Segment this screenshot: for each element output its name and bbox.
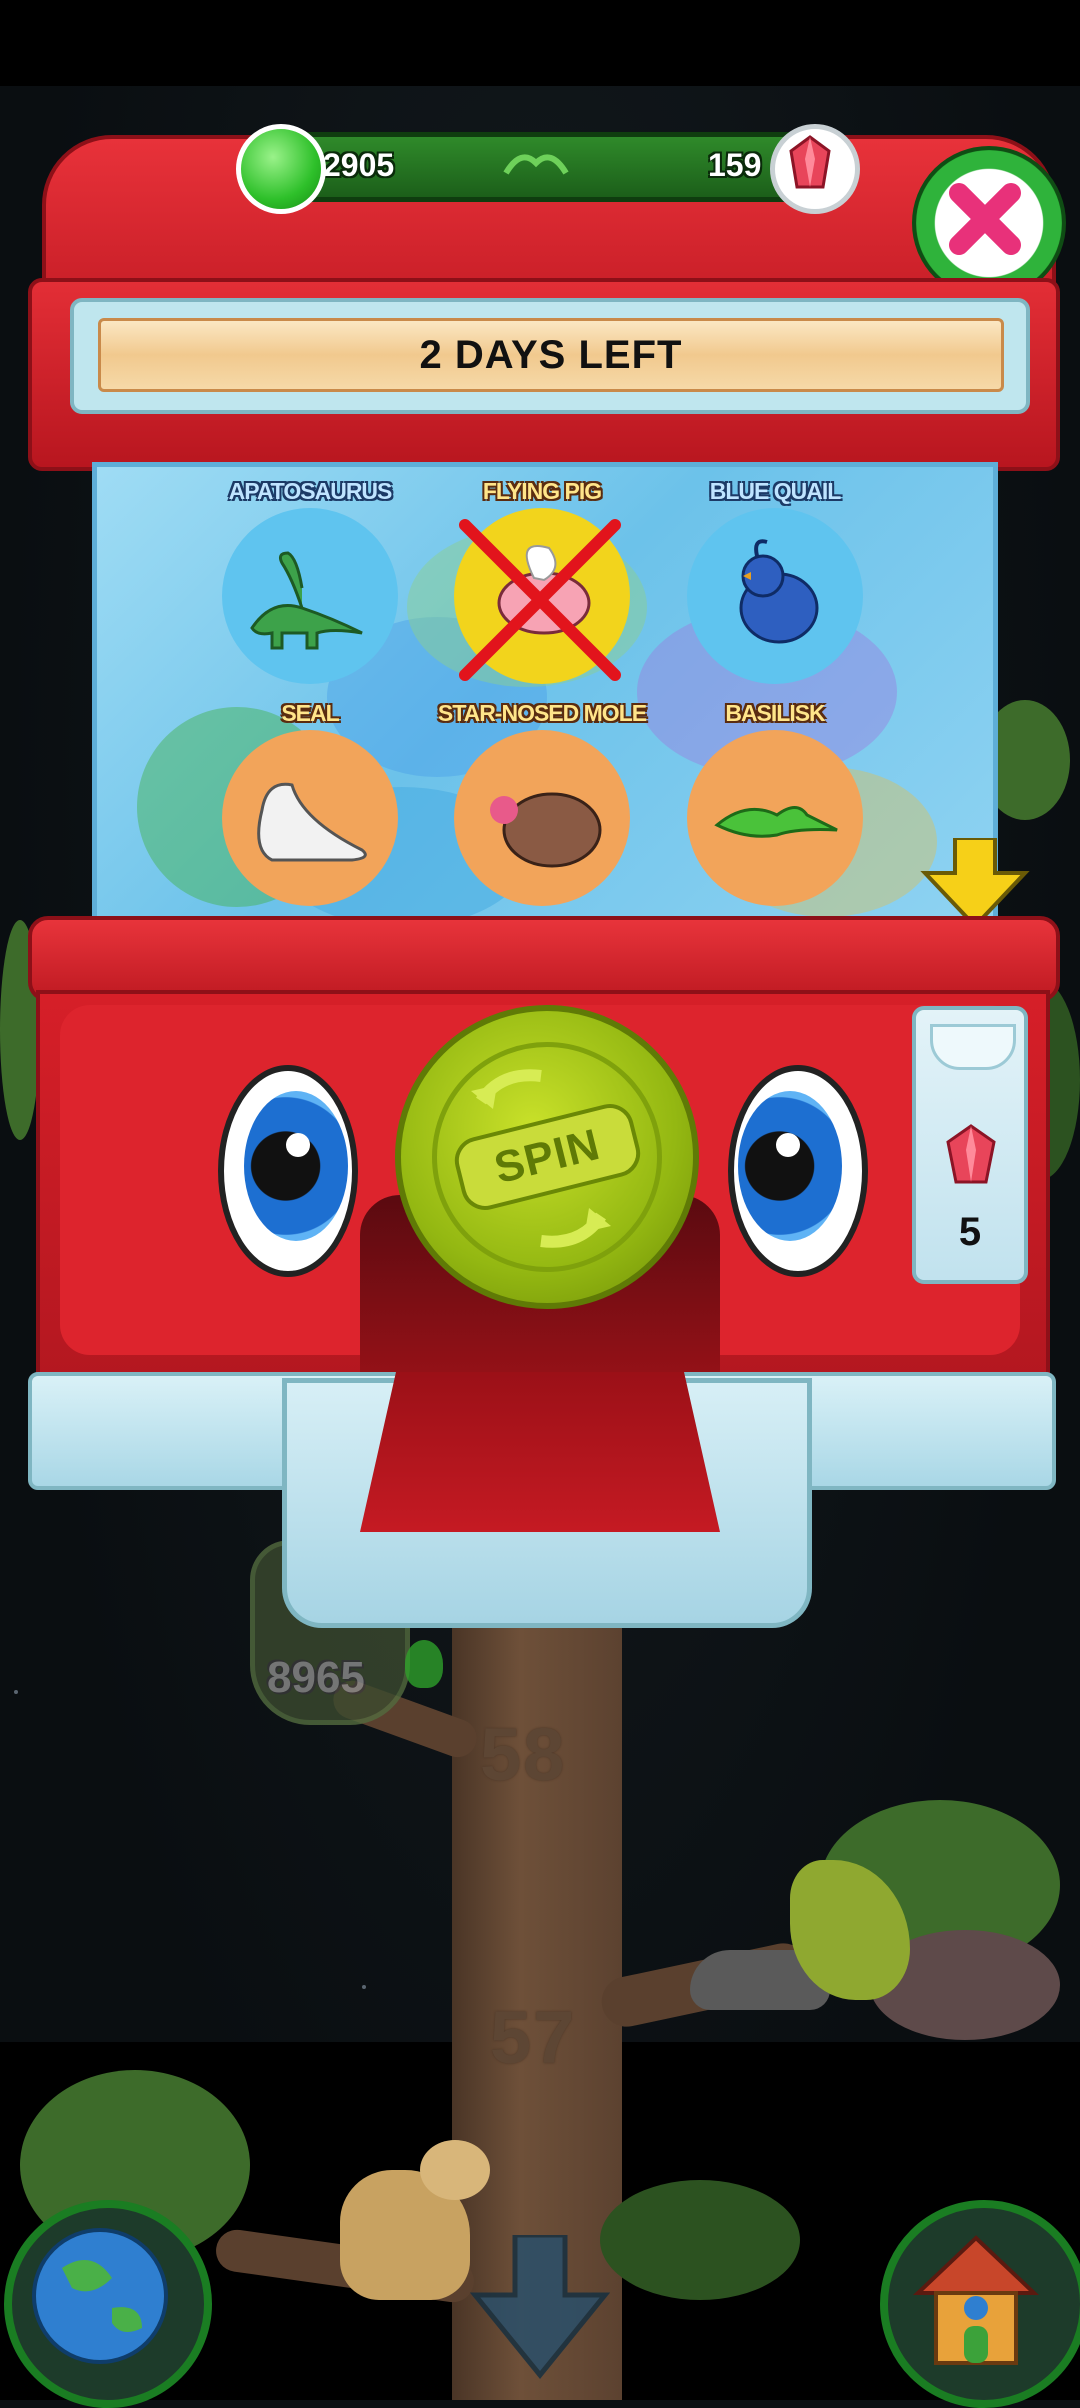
rotate-arrow-icon (471, 1069, 542, 1109)
prize-slot-apatosaurus[interactable]: APATOSAURUS (180, 478, 440, 684)
prize-label: BLUE QUAIL (709, 478, 842, 504)
down-arrow-icon (469, 2232, 611, 2379)
crossed-out-icon (459, 519, 621, 681)
spin-cost-value: 5 (958, 1210, 982, 1254)
prize-label: BASILISK (725, 700, 825, 726)
prize-circle (454, 730, 630, 906)
tree-level-57: 57 (490, 1996, 577, 2079)
basilisk-icon (714, 806, 838, 838)
left-iris (244, 1091, 348, 1241)
world-map-button[interactable] (4, 2200, 212, 2408)
spin-cost-panel: 5 (912, 1006, 1028, 1284)
green-gem-icon (236, 124, 326, 214)
blue-quail-icon (739, 539, 819, 644)
prize-slot-star-nosed-mole[interactable]: STAR-NOSED MOLE (412, 700, 672, 906)
tree-level-58: 58 (480, 1713, 567, 1796)
right-eye (728, 1065, 868, 1277)
red-gem-icon (946, 1124, 996, 1184)
eye-shine (286, 1133, 310, 1157)
ram-head-icon (420, 2140, 490, 2200)
home-button[interactable] (880, 2200, 1080, 2408)
prize-label: SEAL (281, 700, 339, 726)
rotate-arrow-icon (540, 1208, 611, 1248)
close-icon (949, 183, 1021, 255)
prize-circle (222, 730, 398, 906)
close-button[interactable] (912, 146, 1066, 300)
green-gem-count: 2905 (323, 147, 395, 183)
tree-leaves (600, 2180, 800, 2300)
prize-slot-flying-pig[interactable]: FLYING PIG (412, 478, 672, 684)
apatosaurus-icon (250, 551, 363, 650)
prize-circle (687, 730, 863, 906)
prize-label: STAR-NOSED MOLE (437, 700, 647, 726)
star-nosed-mole-icon (490, 792, 602, 868)
seal-icon (257, 782, 367, 862)
time-left-banner: 2 DAYS LEFT (98, 318, 1004, 392)
red-gem-icon (770, 124, 860, 214)
scroll-down-arrow-icon[interactable] (920, 838, 1030, 928)
prize-slot-seal[interactable]: SEAL (180, 700, 440, 906)
coin-slot (930, 1024, 1016, 1070)
scroll-down-button[interactable] (469, 2232, 611, 2385)
tree-badge-value: 8965 (267, 1653, 365, 1702)
star (14, 1690, 18, 1694)
house-icon (912, 2235, 1040, 2365)
spin-button[interactable]: SPIN (395, 1005, 699, 1309)
prize-label: APATOSAURUS (228, 478, 393, 504)
currency-bar: 2905 159 (238, 132, 848, 202)
green-gem-icon (405, 1640, 443, 1688)
spin-label: SPIN (449, 1098, 645, 1216)
right-iris (738, 1091, 842, 1241)
globe-icon (32, 2228, 168, 2364)
red-gem-count: 159 (708, 147, 762, 183)
chute-opening (360, 1372, 720, 1532)
prize-circle (222, 508, 398, 684)
eye-shine (776, 1133, 800, 1157)
left-eye (218, 1065, 358, 1277)
prize-slot-basilisk[interactable]: BASILISK (645, 700, 905, 906)
prize-circle (687, 508, 863, 684)
prize-slot-blue-quail[interactable]: BLUE QUAIL (645, 478, 905, 684)
status-bar (0, 0, 1080, 86)
vine-ornament-icon (501, 143, 571, 183)
star (362, 1985, 366, 1989)
